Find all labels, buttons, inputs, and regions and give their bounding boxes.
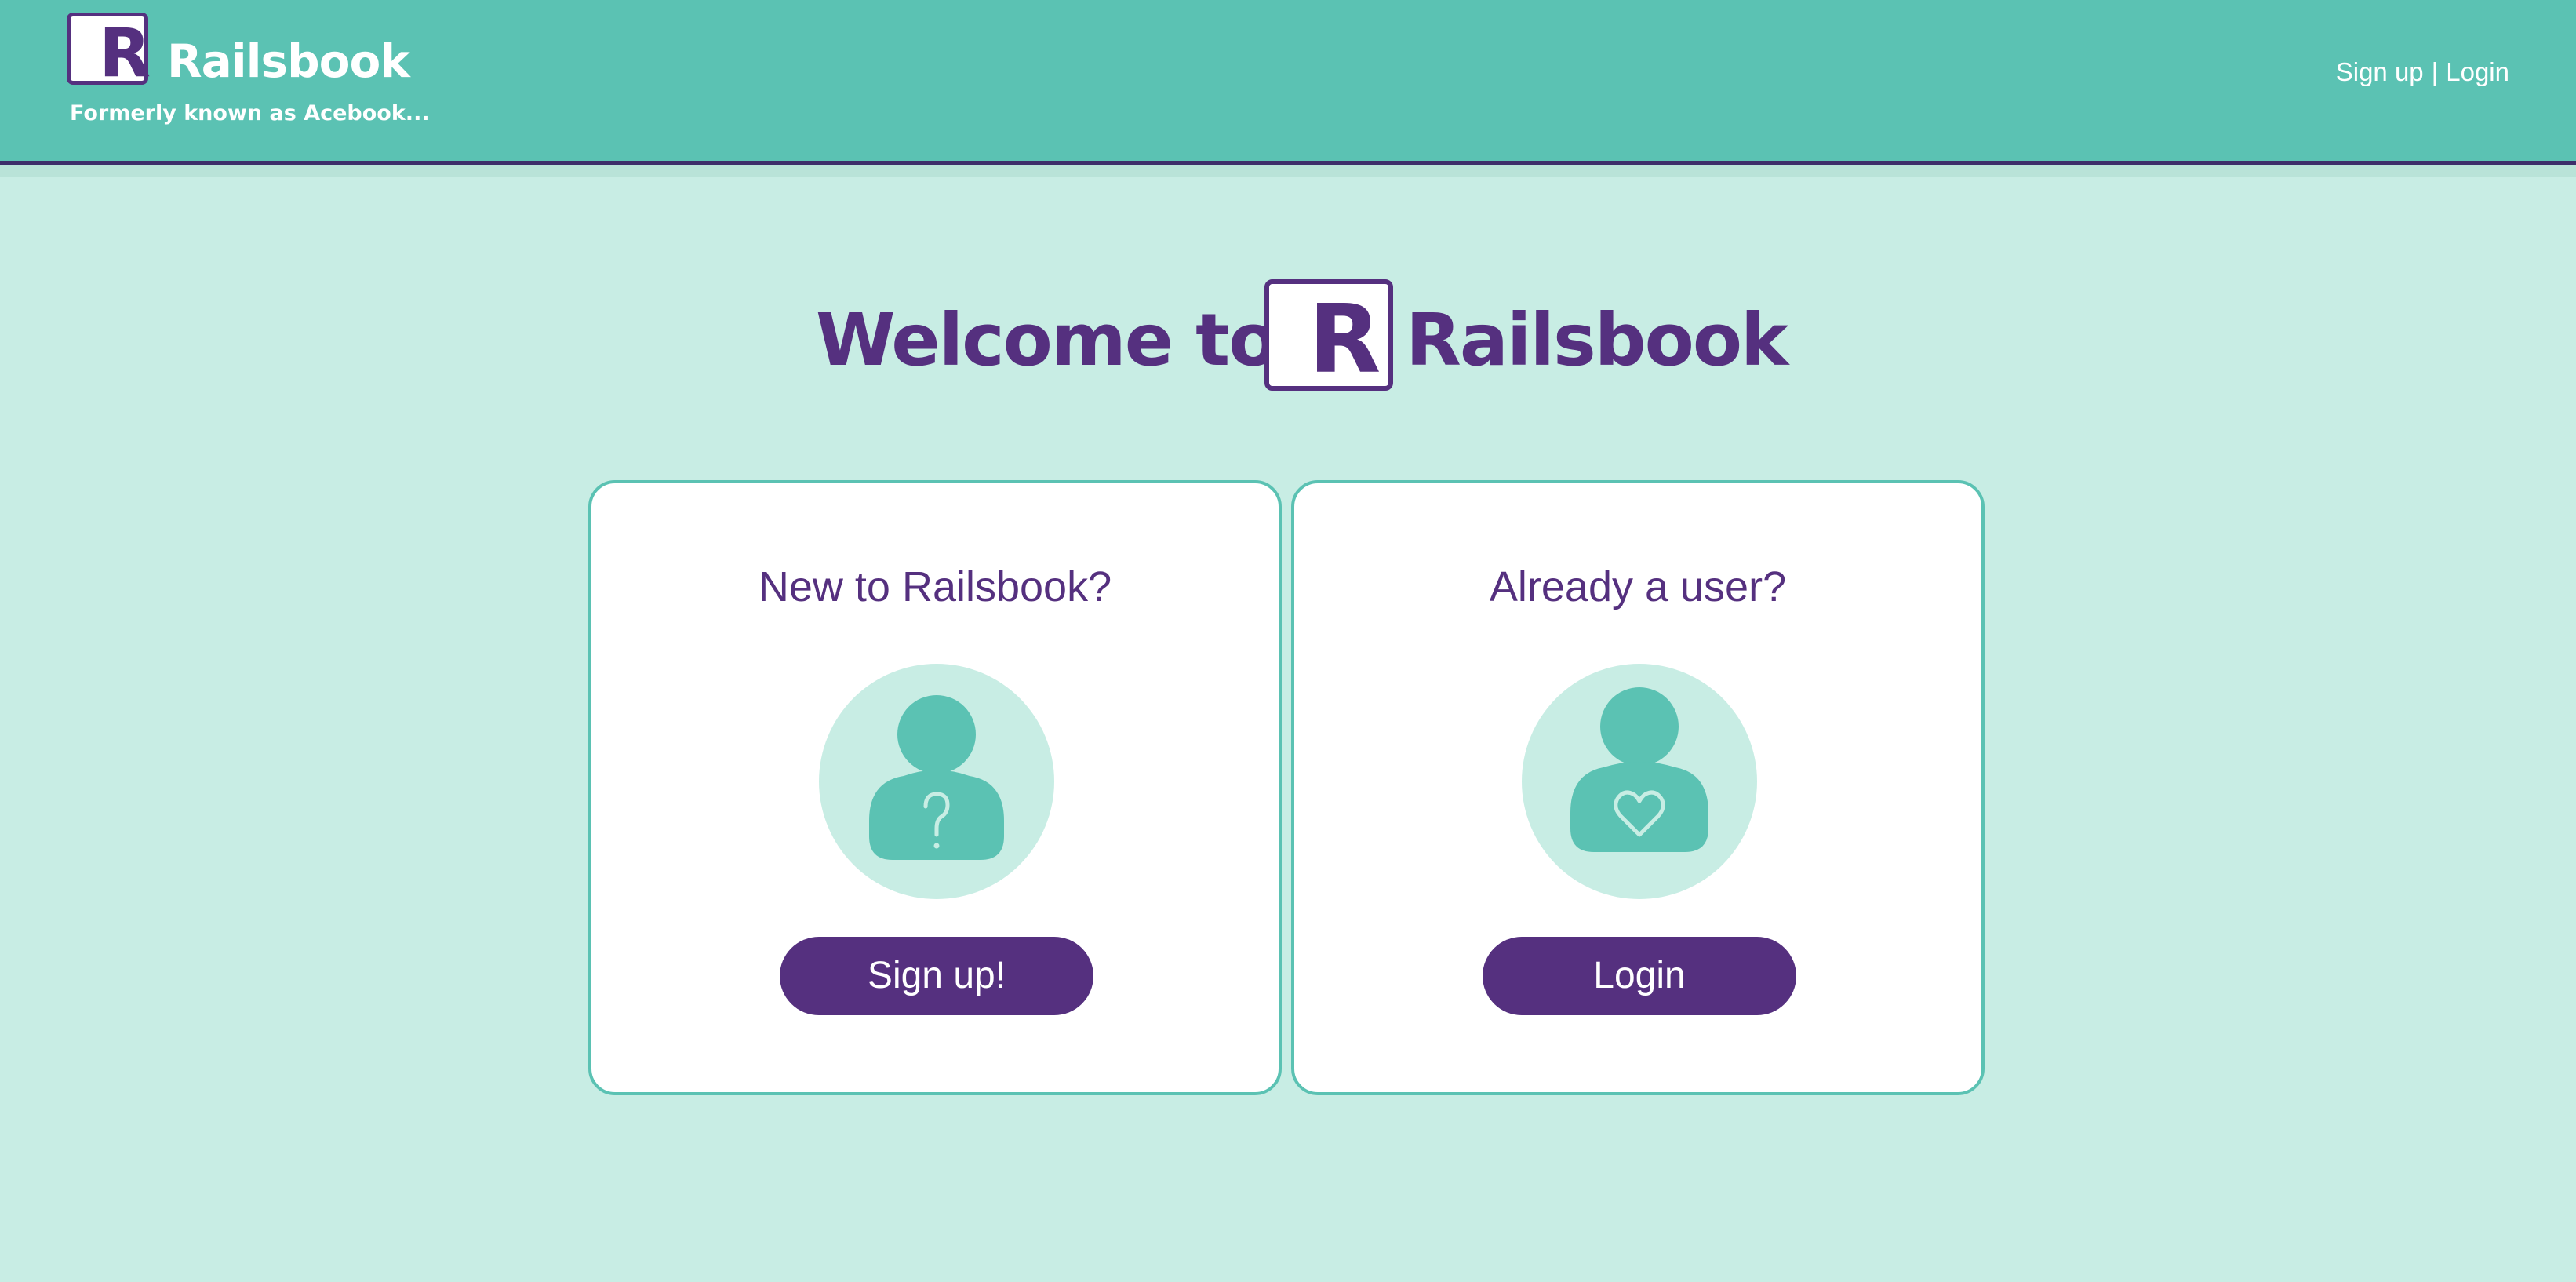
signup-card: New to Railsbook? Sign up!	[588, 480, 1282, 1095]
login-card: Already a user? Login	[1291, 480, 1985, 1095]
nav-login-link[interactable]: Login	[2446, 57, 2509, 86]
header-shadow	[0, 165, 2576, 177]
login-button[interactable]: Login	[1483, 937, 1796, 1015]
nav-links: Sign up | Login	[2336, 53, 2509, 91]
brand-name: Railsbook	[167, 35, 410, 88]
welcome-brand-name: Railsbook	[1406, 298, 1788, 382]
brand-tagline: Formerly known as Acebook...	[70, 101, 430, 126]
signup-card-title: New to Railsbook?	[758, 563, 1112, 610]
login-card-title: Already a user?	[1489, 563, 1787, 610]
nav-separator: |	[2431, 57, 2439, 86]
welcome-prefix: Welcome to	[816, 298, 1278, 382]
header-bar: R Railsbook Formerly known as Acebook...…	[0, 0, 2576, 165]
welcome-heading: Welcome to R Railsbook	[816, 279, 1788, 394]
user-question-icon	[819, 664, 1054, 899]
nav-signup-link[interactable]: Sign up	[2336, 57, 2424, 86]
signup-button[interactable]: Sign up!	[780, 937, 1093, 1015]
welcome-logo-icon: R	[1264, 279, 1393, 391]
brand-logo-icon: R	[67, 13, 151, 87]
user-heart-icon	[1522, 664, 1757, 899]
